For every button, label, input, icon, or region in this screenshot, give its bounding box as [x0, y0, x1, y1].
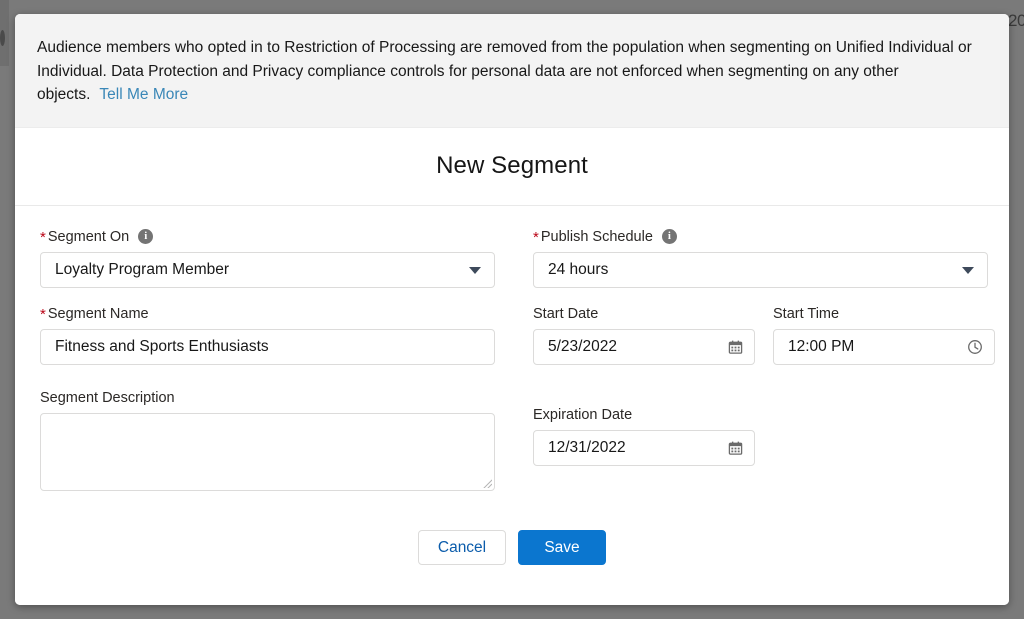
start-date-input[interactable]: 5/23/2022 [533, 328, 755, 365]
required-asterisk-icon: * [40, 228, 46, 246]
segment-name-input[interactable]: Fitness and Sports Enthusiasts [40, 328, 495, 365]
capture-edge-artifact-right: 20 [1008, 11, 1024, 30]
publish-schedule-value: 24 hours [548, 260, 609, 278]
start-date-label-text: Start Date [533, 305, 599, 322]
clock-icon[interactable] [967, 339, 983, 355]
segment-on-label-text: Segment On [47, 228, 130, 245]
modal-body: * Segment On i Loyalty Program Member * … [15, 206, 1009, 508]
field-segment-description: Segment Description [40, 389, 495, 491]
segment-on-value: Loyalty Program Member [55, 260, 230, 278]
expiration-date-input[interactable]: 12/31/2022 [533, 429, 755, 466]
field-expiration-date: Expiration Date 12/31/2022 [533, 406, 755, 466]
chevron-down-icon [962, 266, 974, 274]
field-publish-schedule: * Publish Schedule i 24 hours [533, 228, 988, 288]
publish-schedule-label: * Publish Schedule i [533, 228, 988, 246]
segment-name-label: * Segment Name [40, 305, 495, 323]
page-title: New Segment [436, 152, 588, 179]
start-time-label-text: Start Time [773, 305, 840, 322]
resize-handle-icon[interactable] [481, 477, 492, 488]
info-icon[interactable]: i [138, 229, 154, 244]
publish-schedule-dropdown[interactable]: 24 hours [533, 251, 988, 288]
start-time-value: 12:00 PM [788, 337, 855, 355]
required-asterisk-icon: * [40, 305, 46, 323]
publish-schedule-label-text: Publish Schedule [540, 228, 653, 245]
segment-description-label: Segment Description [40, 389, 495, 407]
field-segment-on: * Segment On i Loyalty Program Member [40, 228, 495, 288]
form-column-right: * Publish Schedule i 24 hours Start Date… [533, 228, 995, 508]
form-column-left: * Segment On i Loyalty Program Member * … [40, 228, 495, 508]
segment-name-value: Fitness and Sports Enthusiasts [55, 337, 269, 355]
cancel-button[interactable]: Cancel [418, 530, 506, 565]
start-time-input[interactable]: 12:00 PM [773, 328, 995, 365]
start-date-label: Start Date [533, 305, 755, 323]
save-button[interactable]: Save [518, 530, 606, 565]
new-segment-modal: Audience members who opted in to Restric… [15, 14, 1009, 605]
info-icon[interactable]: i [661, 229, 677, 244]
tell-me-more-link[interactable]: Tell Me More [99, 86, 188, 103]
start-datetime-row: Start Date 5/23/2022 Start Time 12:00 PM [533, 305, 995, 382]
compliance-banner-text: Audience members who opted in to Restric… [37, 36, 987, 107]
segment-description-textarea[interactable] [40, 412, 495, 491]
capture-edge-artifact-left [0, 0, 9, 66]
segment-name-label-text: Segment Name [47, 305, 149, 322]
chevron-down-icon [469, 266, 481, 274]
compliance-banner: Audience members who opted in to Restric… [15, 14, 1009, 128]
calendar-icon[interactable] [728, 339, 743, 354]
field-start-time: Start Time 12:00 PM [773, 305, 995, 365]
segment-description-label-text: Segment Description [40, 389, 175, 406]
field-start-date: Start Date 5/23/2022 [533, 305, 755, 365]
expiration-date-label: Expiration Date [533, 406, 755, 424]
expiration-date-label-text: Expiration Date [533, 406, 633, 423]
start-time-label: Start Time [773, 305, 995, 323]
start-date-value: 5/23/2022 [548, 337, 617, 355]
required-asterisk-icon: * [533, 228, 539, 246]
field-segment-name: * Segment Name Fitness and Sports Enthus… [40, 305, 495, 365]
calendar-icon[interactable] [728, 440, 743, 455]
segment-on-label: * Segment On i [40, 228, 495, 246]
expiration-date-value: 12/31/2022 [548, 438, 626, 456]
segment-on-dropdown[interactable]: Loyalty Program Member [40, 251, 495, 288]
modal-footer: Cancel Save [15, 517, 1009, 605]
modal-header: New Segment [15, 127, 1009, 206]
